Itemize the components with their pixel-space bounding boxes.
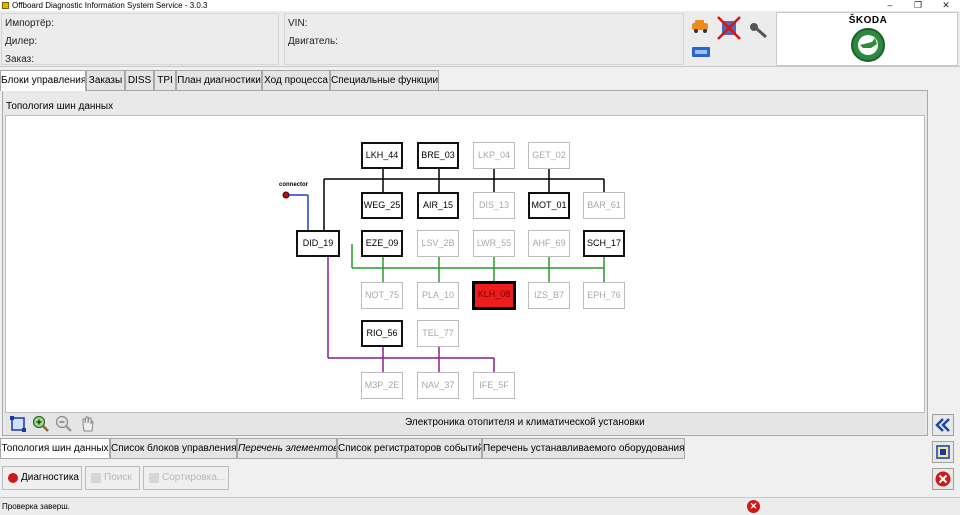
node-lwr-55[interactable]: LWR_55: [473, 230, 515, 257]
node-bre-03[interactable]: BRE_03: [417, 142, 459, 169]
order-label: Заказ:: [5, 54, 35, 65]
tab-diss[interactable]: DISS: [125, 70, 154, 90]
vehicle-header: Импортёр: Дилер: Заказ: VIN: Двигатель:: [0, 11, 960, 67]
tab-control-unit-list[interactable]: Список блоков управления: [110, 438, 237, 459]
connection-status-area: [686, 13, 774, 65]
node-mot-01[interactable]: MOT_01: [528, 192, 570, 219]
node-eph-76[interactable]: EPH_76: [583, 282, 625, 309]
node-lsv-2b[interactable]: LSV_2B: [417, 230, 459, 257]
selected-unit-description: Электроника отопителя и климатической ус…: [405, 417, 645, 428]
node-dis-13[interactable]: DIS_13: [473, 192, 515, 219]
node-izs-b7[interactable]: IZS_B7: [528, 282, 570, 309]
tab-diagnostic-plan[interactable]: План диагностики: [176, 70, 262, 90]
sort-button-label: Сортировка...: [162, 472, 226, 483]
node-weg-25[interactable]: WEG_25: [361, 192, 403, 219]
tab-orders[interactable]: Заказы: [86, 70, 125, 90]
node-rio-56[interactable]: RIO_56: [361, 320, 403, 347]
vehicle-info-panel: VIN: Двигатель:: [284, 13, 684, 65]
collapse-left-button[interactable]: [932, 414, 954, 436]
node-ahf-69[interactable]: AHF_69: [528, 230, 570, 257]
node-air-15[interactable]: AIR_15: [417, 192, 459, 219]
window-titlebar: Offboard Diagnostic Information System S…: [0, 0, 960, 11]
frame-icon: [936, 445, 950, 459]
usb-icon[interactable]: [692, 47, 710, 57]
pan-hand-icon[interactable]: [78, 415, 96, 433]
search-icon: [91, 473, 101, 483]
node-m3p-2e[interactable]: M3P_2E: [361, 372, 403, 399]
node-bar-61[interactable]: BAR_61: [583, 192, 625, 219]
status-text: Проверка заверш.: [2, 502, 70, 511]
brand-name: ŠKODA: [848, 15, 888, 26]
car-icon[interactable]: [692, 20, 708, 33]
topology-toolbar: Электроника отопителя и климатической ус…: [5, 413, 925, 434]
diagnostics-button[interactable]: Диагностика: [2, 466, 82, 490]
key-icon[interactable]: [750, 23, 767, 39]
zoom-out-icon[interactable]: [55, 415, 73, 433]
error-icon[interactable]: ✕: [747, 500, 760, 513]
stop-icon: [8, 473, 18, 483]
connection-icons: [692, 16, 767, 57]
node-tel-77[interactable]: TEL_77: [417, 320, 459, 347]
node-did-19[interactable]: DID_19: [296, 230, 340, 257]
tab-bus-topology[interactable]: Топология шин данных: [0, 438, 110, 459]
fit-window-button[interactable]: [932, 441, 954, 463]
node-nav-37[interactable]: NAV_37: [417, 372, 459, 399]
sort-button[interactable]: Сортировка...: [143, 466, 229, 490]
double-chevron-left-icon: [935, 418, 950, 432]
cancel-icon: [935, 471, 951, 487]
skoda-arrow-mark: [858, 35, 878, 55]
node-klh-08[interactable]: KLH_08: [472, 281, 516, 310]
node-eze-09[interactable]: EZE_09: [361, 230, 403, 257]
vas-interface-disconnected-icon[interactable]: [717, 16, 741, 40]
node-sch-17[interactable]: SCH_17: [583, 230, 625, 257]
node-ife-5f[interactable]: IFE_5F: [473, 372, 515, 399]
skoda-logo-icon: [851, 28, 885, 62]
node-lkh-44[interactable]: LKH_44: [361, 142, 403, 169]
node-lkp-04[interactable]: LKP_04: [473, 142, 515, 169]
brand-logo-panel: ŠKODA: [776, 12, 958, 66]
minimize-button[interactable]: –: [876, 0, 904, 11]
topology-panel: Топология шин данных connector LKH_44 BR…: [2, 90, 928, 436]
node-pla-10[interactable]: PLA_10: [417, 282, 459, 309]
tab-event-recorders[interactable]: Список регистраторов событий: [337, 438, 482, 459]
tab-installed-equipment[interactable]: Перечень устанавливаемого оборудования: [482, 438, 685, 459]
close-window-button[interactable]: ✕: [932, 0, 960, 11]
dealer-label: Дилер:: [5, 36, 38, 47]
tab-process-progress[interactable]: Ход процесса: [262, 70, 330, 90]
sort-icon: [149, 473, 159, 483]
tab-control-units[interactable]: Блоки управления: [0, 70, 86, 91]
search-button[interactable]: Поиск: [85, 466, 140, 490]
zoom-in-icon[interactable]: [32, 415, 50, 433]
bus-lines: [282, 168, 605, 373]
cancel-button[interactable]: [932, 468, 954, 490]
window-title: Offboard Diagnostic Information System S…: [12, 1, 208, 10]
engine-label: Двигатель:: [288, 36, 338, 47]
restore-button[interactable]: ❐: [904, 0, 932, 11]
topology-title: Топология шин данных: [6, 101, 114, 112]
status-bar: Проверка заверш. ✕: [0, 497, 960, 515]
diagnostics-button-label: Диагностика: [21, 472, 79, 483]
tab-element-list[interactable]: Перечень элементов: [237, 438, 337, 459]
tab-tpi[interactable]: TPI: [154, 70, 176, 90]
node-not-75[interactable]: NOT_75: [361, 282, 403, 309]
connector-label: connector: [279, 182, 309, 188]
node-get-02[interactable]: GET_02: [528, 142, 570, 169]
fit-view-icon[interactable]: [9, 415, 27, 433]
vin-label: VIN:: [288, 18, 308, 29]
search-button-label: Поиск: [104, 472, 132, 483]
tab-special-functions[interactable]: Специальные функции: [330, 70, 439, 90]
order-info-panel: Импортёр: Дилер: Заказ:: [1, 13, 279, 65]
app-icon: [2, 2, 9, 9]
bus-topology-canvas[interactable]: connector LKH_44 BRE_03 LKP_04 GET_02 WE…: [5, 115, 925, 413]
connector-dot[interactable]: [282, 191, 290, 199]
importer-label: Импортёр:: [5, 18, 54, 29]
